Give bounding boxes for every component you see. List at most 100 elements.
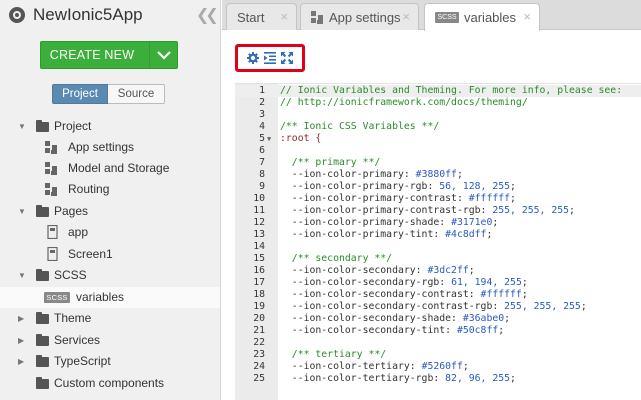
- chevron-down-icon[interactable]: [149, 42, 177, 68]
- settings-grid-icon: [45, 182, 57, 196]
- tree-item-label: Project: [54, 119, 92, 133]
- tree-item-pages[interactable]: ▼ Pages: [0, 201, 220, 222]
- tree-item-label: Screen1: [68, 247, 113, 261]
- css-value: #ffffff: [480, 288, 522, 300]
- semicolon: ;: [580, 300, 587, 312]
- code-line: 2 // http://ionicframework.com/docs/themi…: [235, 97, 641, 109]
- code-line: 14: [235, 241, 641, 253]
- semicolon: ;: [521, 288, 528, 300]
- code-line: 16 --ion-color-secondary: #3dc2ff;: [235, 265, 641, 277]
- code-text: --ion-color-primary-contrast: #ffffff;: [280, 193, 516, 205]
- folder-icon: [36, 334, 49, 346]
- tree-item-app[interactable]: app: [0, 222, 220, 243]
- code-text: /** secondary **/: [280, 252, 393, 264]
- code-line: 3: [235, 109, 641, 121]
- tab-start[interactable]: Start ×: [226, 3, 297, 30]
- line-number: 21: [253, 324, 265, 336]
- semicolon: ;: [504, 312, 511, 324]
- close-icon[interactable]: ×: [280, 9, 288, 24]
- create-new-button[interactable]: CREATE NEW: [40, 41, 178, 69]
- source-view-button[interactable]: Source: [108, 84, 165, 104]
- tree-item-label: Services: [54, 333, 101, 347]
- tree-item-theme[interactable]: ▶ Theme: [0, 308, 220, 329]
- tree-item-label: variables: [76, 290, 125, 304]
- code-text: --ion-color-primary-shade: #3171e0;: [280, 217, 498, 229]
- code-text: --ion-color-primary: #3880ff;: [280, 169, 463, 181]
- semicolon: ;: [569, 204, 575, 216]
- css-property: --ion-color-tertiary-rgb:: [280, 372, 446, 384]
- css-value: 56, 128, 255: [439, 180, 511, 192]
- semicolon: ;: [492, 216, 499, 228]
- tree-item-routing[interactable]: Routing: [0, 179, 220, 200]
- code-line: 24 --ion-color-tertiary: #5260ff;: [235, 361, 641, 373]
- tree-item-label: Routing: [68, 182, 110, 196]
- css-property: --ion-color-primary-shade:: [280, 216, 452, 228]
- collapse-sidebar-icon[interactable]: ❮❮: [196, 5, 219, 25]
- expand-arrow-icon[interactable]: ▼: [18, 208, 26, 216]
- settings-grid-icon: [311, 10, 323, 24]
- code-line: 1 // Ionic Variables and Theming. For mor…: [235, 84, 641, 97]
- project-view-button[interactable]: Project: [52, 84, 108, 104]
- indent-icon[interactable]: [263, 52, 276, 64]
- code-line: 8 --ion-color-primary: #3880ff;: [235, 169, 641, 181]
- tree-item-variables[interactable]: SCSS variables: [0, 287, 220, 308]
- tree-item-app-settings[interactable]: App settings: [0, 137, 220, 158]
- css-property: --ion-color-tertiary:: [280, 360, 422, 372]
- css-property: --ion-color-primary-rgb:: [280, 180, 440, 192]
- tab-label: variables: [464, 10, 517, 25]
- code-text: // Ionic Variables and Theming. For more…: [280, 84, 623, 96]
- line-number: 18: [253, 288, 265, 300]
- line-number: 19: [253, 300, 265, 312]
- line-number: 16: [253, 264, 265, 276]
- line-number: 10: [253, 192, 265, 204]
- code-editor[interactable]: 1 // Ionic Variables and Theming. For mor…: [235, 83, 641, 400]
- close-icon[interactable]: ×: [523, 9, 531, 24]
- line-number: 11: [253, 204, 265, 216]
- collapse-arrow-icon[interactable]: ▶: [18, 315, 26, 323]
- code-text: --ion-color-secondary-shade: #36abe0;: [280, 313, 510, 325]
- code-text: --ion-color-secondary-tint: #50c8ff;: [280, 325, 504, 337]
- code-line: 12 --ion-color-primary-shade: #3171e0;: [235, 217, 641, 229]
- tree-item-label: App settings: [68, 140, 135, 154]
- tab-variables[interactable]: SCSS variables ×: [424, 3, 540, 31]
- tree-item-label: app: [68, 225, 89, 239]
- semicolon: ;: [521, 276, 528, 288]
- css-value: #3171e0: [451, 216, 493, 228]
- folder-icon: [36, 120, 49, 132]
- app-title: NewIonic5App: [33, 5, 143, 24]
- tree-item-screen1[interactable]: Screen1: [0, 244, 220, 265]
- code-text: --ion-color-primary-rgb: 56, 128, 255;: [280, 181, 516, 193]
- create-new-label: CREATE NEW: [49, 48, 135, 62]
- css-property: --ion-color-primary-tint:: [280, 228, 446, 240]
- collapse-arrow-icon[interactable]: ▶: [18, 358, 26, 366]
- collapse-arrow-icon[interactable]: ▶: [18, 337, 26, 345]
- expand-icon[interactable]: [281, 52, 294, 64]
- tree-item-model-and-storage[interactable]: Model and Storage: [0, 158, 220, 179]
- line-number: 24: [253, 360, 265, 372]
- tree-item-custom-components[interactable]: Custom components: [0, 373, 220, 394]
- code-line: 5 ▼:root {: [235, 133, 641, 145]
- tree-item-scss[interactable]: ▼ SCSS: [0, 265, 220, 286]
- line-number: 2: [259, 96, 265, 108]
- css-property: --ion-color-primary-contrast:: [280, 192, 469, 204]
- line-number: 3: [259, 108, 265, 120]
- code-line: 22: [235, 337, 641, 349]
- tree-item-typescript[interactable]: ▶ TypeScript: [0, 351, 220, 372]
- gear-icon[interactable]: [246, 52, 259, 64]
- expand-arrow-icon[interactable]: ▼: [18, 272, 26, 280]
- line-number: 20: [253, 312, 265, 324]
- expand-arrow-icon[interactable]: ▼: [18, 123, 26, 131]
- fold-toggle-icon[interactable]: ▼: [267, 133, 275, 145]
- code-line: 17 --ion-color-secondary-rgb: 61, 194, 2…: [235, 277, 641, 289]
- folder-icon: [36, 355, 49, 367]
- tree-item-services[interactable]: ▶ Services: [0, 330, 220, 351]
- semicolon: ;: [510, 372, 516, 384]
- tab-app-settings[interactable]: App settings ×: [300, 3, 419, 30]
- tree-item-project[interactable]: ▼ Project: [0, 116, 220, 137]
- line-number: 7: [259, 156, 265, 168]
- close-icon[interactable]: ×: [402, 9, 410, 24]
- semicolon: ;: [462, 360, 469, 372]
- code-line: 11 --ion-color-primary-contrast-rgb: 255…: [235, 205, 641, 217]
- line-number: 5: [259, 132, 265, 144]
- line-number: 12: [253, 216, 265, 228]
